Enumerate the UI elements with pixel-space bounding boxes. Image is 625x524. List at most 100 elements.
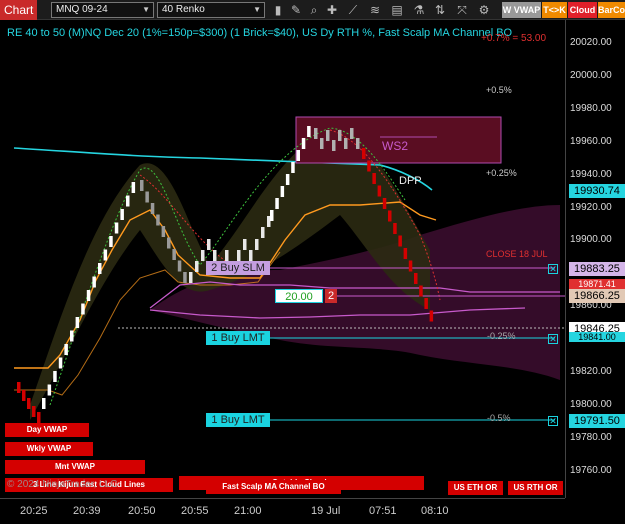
vwap-price-tag: 19930.74 <box>569 184 625 198</box>
order-price-field[interactable]: 20.00 <box>275 289 323 303</box>
renko-brick <box>296 150 300 161</box>
time-tick: 19 Jul <box>311 505 341 517</box>
renko-brick <box>408 260 413 272</box>
price-axis[interactable]: 20020.00 20000.00 19980.00 19960.00 1994… <box>565 20 625 498</box>
renko-brick <box>291 162 295 173</box>
renko-brick <box>22 390 26 401</box>
renko-brick <box>267 216 271 227</box>
renko-brick <box>424 298 428 309</box>
close-icon[interactable]: ✕ <box>548 416 558 426</box>
renko-brick <box>92 276 96 288</box>
chart-plot-area[interactable]: RE 40 to 50 (M)NQ Dec 20 (1%=150p=$300) … <box>0 20 565 498</box>
instrument-value: MNQ 09-24 <box>56 4 108 15</box>
price-tick: 19760.00 <box>570 465 612 476</box>
renko-brick <box>109 236 113 247</box>
renko-brick <box>58 357 63 369</box>
renko-brick <box>81 303 85 315</box>
price-tick: 20020.00 <box>570 37 612 48</box>
close-icon[interactable]: ✕ <box>548 334 558 344</box>
pencil-icon[interactable]: ✎ <box>288 2 304 18</box>
chart-trader-icon[interactable]: ⤧ <box>454 2 470 18</box>
price-tick: 19960.00 <box>570 136 612 147</box>
price-tick: 19940.00 <box>570 169 612 180</box>
renko-brick <box>249 250 253 261</box>
renko-brick <box>207 239 211 250</box>
price-tick: 19820.00 <box>570 366 612 377</box>
price-tick: 19980.00 <box>570 103 612 114</box>
pct-plus-05-label: +0.5% <box>486 85 512 95</box>
price-tick: 19920.00 <box>570 202 612 213</box>
trade-icon[interactable]: ⇅ <box>432 2 448 18</box>
renko-brick <box>307 126 311 137</box>
renko-brick <box>414 273 418 284</box>
renko-brick <box>32 406 36 417</box>
templates-icon[interactable]: ▤ <box>389 2 405 18</box>
renko-brick <box>75 317 80 328</box>
wvwap-button[interactable]: W VWAP <box>502 2 541 18</box>
renko-brick <box>350 128 354 139</box>
close-icon[interactable]: ✕ <box>548 264 558 274</box>
price-tick: 20000.00 <box>570 70 612 81</box>
time-tick: 20:55 <box>181 505 209 517</box>
lmt2-order-box[interactable]: 1 Buy LMT <box>206 413 270 427</box>
slm-order-box[interactable]: 2 Buy SLM <box>206 261 270 275</box>
chevron-down-icon: ▼ <box>253 5 261 14</box>
renko-brick <box>86 290 91 301</box>
renko-brick <box>98 263 102 274</box>
order-qty-box[interactable]: 2 <box>325 289 337 303</box>
renko-brick <box>213 250 217 261</box>
instrument-selector[interactable]: MNQ 09-24 ▼ <box>51 2 154 18</box>
mnt-vwap-button[interactable]: Mnt VWAP <box>5 460 145 474</box>
renko-brick <box>320 138 324 149</box>
renko-brick <box>301 138 306 149</box>
properties-icon[interactable]: ⚙ <box>476 2 492 18</box>
us-eth-or-button[interactable]: US ETH OR <box>448 481 503 495</box>
cut-price-tag: 19871.41 <box>569 279 625 289</box>
fast-scalp-button[interactable]: Fast Scalp MA Channel BO <box>206 480 341 494</box>
renko-brick <box>189 272 193 283</box>
drawing-tools-icon[interactable]: ⟋ <box>345 2 361 18</box>
renko-brick <box>177 260 182 272</box>
renko-brick <box>172 249 176 260</box>
time-tick: 20:50 <box>128 505 156 517</box>
time-tick: 07:51 <box>369 505 397 517</box>
renko-brick <box>344 138 348 149</box>
lmt1-order-box[interactable]: 1 Buy LMT <box>206 331 270 345</box>
tk-button[interactable]: T<>K <box>542 2 567 18</box>
wkly-vwap-button[interactable]: Wkly VWAP <box>5 442 93 456</box>
renko-brick <box>419 285 423 297</box>
renko-brick <box>367 160 371 172</box>
time-axis[interactable]: 20:25 20:39 20:50 20:55 21:00 19 Jul 07:… <box>0 498 565 524</box>
us-rth-or-button[interactable]: US RTH OR <box>508 481 563 495</box>
strategy-icon[interactable]: ⚗ <box>411 2 427 18</box>
renko-brick <box>429 310 434 322</box>
renko-brick <box>70 330 74 342</box>
bar-type-icon[interactable]: ▮ <box>270 2 286 18</box>
renko-brick <box>393 223 397 234</box>
renko-brick <box>285 174 290 185</box>
indicators-icon[interactable]: ≋ <box>367 2 383 18</box>
chart-header-label: RE 40 to 50 (M)NQ Dec 20 (1%=150p=$300) … <box>7 27 513 39</box>
time-tick: 21:00 <box>234 505 262 517</box>
renko-brick <box>183 272 187 283</box>
price-tick: 19780.00 <box>570 432 612 443</box>
barco-button[interactable]: BarCo <box>598 2 625 18</box>
renko-brick <box>145 191 149 203</box>
time-tick: 20:25 <box>20 505 48 517</box>
crosshair-icon[interactable]: ✚ <box>324 2 340 18</box>
chart-title: Chart <box>0 0 37 20</box>
close-label: CLOSE 18 JUL <box>486 249 548 259</box>
renko-brick <box>398 235 402 247</box>
renko-brick <box>270 210 274 221</box>
renko-brick <box>332 140 336 151</box>
period-selector[interactable]: 40 Renko ▼ <box>157 2 265 18</box>
renko-brick <box>37 412 41 423</box>
renko-brick <box>338 130 342 141</box>
zoom-icon[interactable]: ⌕ <box>306 2 322 18</box>
cloud-button[interactable]: Cloud <box>568 2 597 18</box>
pct-target-label: +0.7% = 53.00 <box>481 33 547 44</box>
price-tick: 19800.00 <box>570 399 612 410</box>
pct-minus-05-label: -0.5% <box>487 413 511 423</box>
renko-brick <box>27 398 31 409</box>
day-vwap-button[interactable]: Day VWAP <box>5 423 89 437</box>
